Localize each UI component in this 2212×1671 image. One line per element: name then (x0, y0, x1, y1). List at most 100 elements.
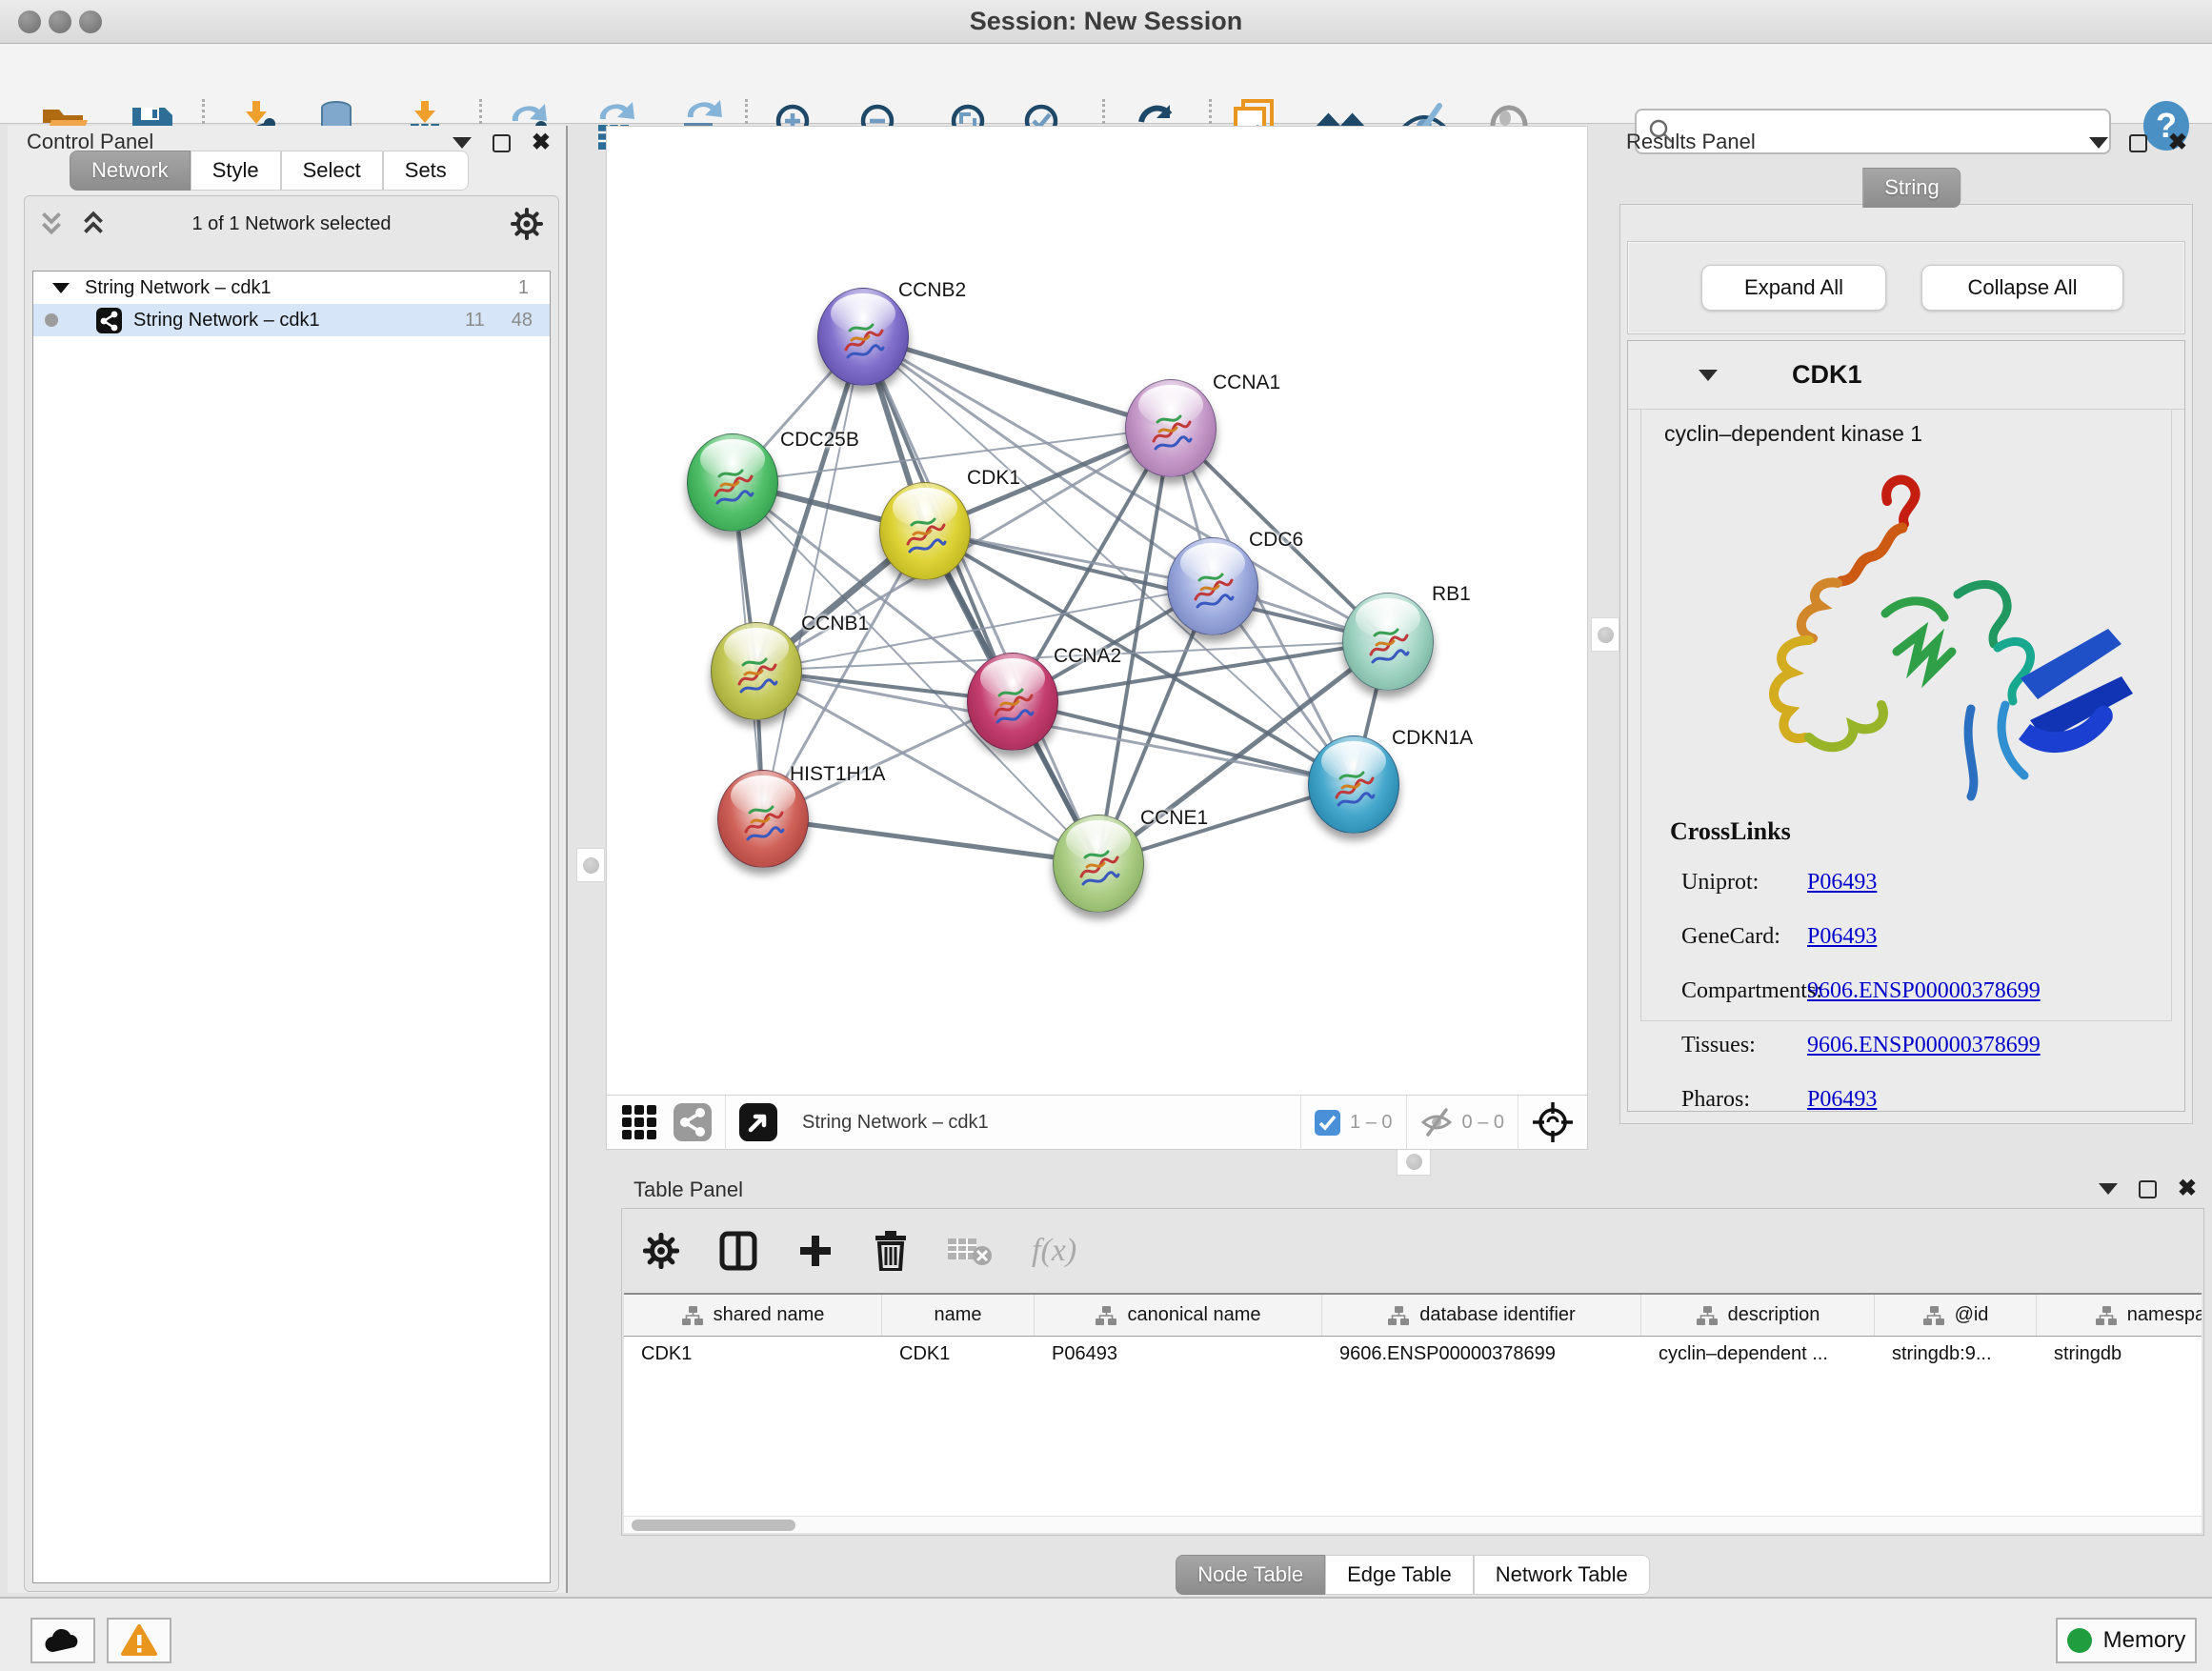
network-view: CCNB2CCNA1CDC25BCDK1CDC6RB1CCNB1CCNA2CDK… (606, 126, 1588, 1150)
node-label-ccnb2: CCNB2 (898, 279, 966, 302)
network-canvas[interactable]: CCNB2CCNA1CDC25BCDK1CDC6RB1CCNB1CCNA2CDK… (607, 127, 1587, 1095)
network-node-cdc25b[interactable] (687, 433, 778, 532)
node-label-ccnb1: CCNB1 (801, 613, 869, 635)
table-cell[interactable]: CDK1 (882, 1337, 1035, 1373)
crosslink-link[interactable]: P06493 (1807, 1087, 1877, 1113)
network-node-cdk1[interactable] (879, 482, 971, 580)
network-node-ccna2[interactable] (967, 653, 1058, 751)
network-edge[interactable] (763, 818, 1098, 863)
tab-sets[interactable]: Sets (383, 151, 469, 191)
string-results-container: Expand All Collapse All CDK1 cyclin–depe… (1619, 204, 2193, 1124)
crosslink-label: Uniprot: (1628, 870, 1807, 896)
hidden-counts: 0 – 0 (1462, 1112, 1504, 1134)
column-header-namespace[interactable]: namespace (2037, 1295, 2202, 1336)
network-view-title: String Network – cdk1 (802, 1112, 989, 1134)
table-cell[interactable]: CDK1 (624, 1337, 882, 1373)
network-status-dot (45, 313, 58, 327)
network-tree-root-row[interactable]: String Network – cdk1 1 (33, 272, 550, 304)
delete-column-icon[interactable] (874, 1231, 908, 1271)
status-bar: Memory (0, 1597, 2212, 1671)
selected-checkbox-icon[interactable] (1315, 1110, 1340, 1136)
column-header--id[interactable]: @id (1875, 1295, 2037, 1336)
protein-card-header[interactable]: CDK1 (1628, 341, 2184, 410)
node-table: shared namenamecanonical namedatabase id… (624, 1293, 2202, 1527)
network-node-ccnb1[interactable] (711, 622, 802, 720)
table-options-gear-icon[interactable] (643, 1233, 679, 1269)
panel-close-icon[interactable]: ✖ (532, 133, 551, 152)
panel-close-icon[interactable]: ✖ (2168, 133, 2187, 152)
network-node-ccne1[interactable] (1053, 815, 1144, 913)
export-view-icon[interactable] (739, 1103, 777, 1141)
node-label-cdk1: CDK1 (967, 467, 1020, 490)
crosslink-label: Pharos: (1628, 1087, 1807, 1113)
results-panel-title: Results Panel (1626, 130, 1756, 154)
tab-string[interactable]: String (1862, 168, 1961, 208)
network-node-rb1[interactable] (1342, 593, 1434, 691)
expand-all-button[interactable]: Expand All (1701, 265, 1886, 311)
table-cell[interactable]: P06493 (1035, 1337, 1322, 1373)
table-cell[interactable]: stringdb (2037, 1337, 2202, 1373)
table-cell[interactable]: cyclin–dependent ... (1641, 1337, 1875, 1373)
left-splitter-handle[interactable] (576, 848, 605, 882)
tab-network[interactable]: Network (70, 151, 191, 191)
right-splitter-handle[interactable] (1591, 617, 1619, 652)
column-header-canonical-name[interactable]: canonical name (1035, 1295, 1322, 1336)
column-header-name[interactable]: name (882, 1295, 1035, 1336)
birdseye-grid-icon[interactable] (620, 1103, 658, 1141)
panel-maximize-icon[interactable] (2139, 1180, 2157, 1198)
tab-network-table[interactable]: Network Table (1474, 1555, 1650, 1595)
network-edge[interactable] (763, 336, 863, 818)
network-node-ccnb2[interactable] (817, 288, 909, 386)
table-h-scrollbar[interactable] (624, 1516, 2202, 1533)
panel-close-icon[interactable]: ✖ (2178, 1179, 2197, 1198)
network-edge[interactable] (863, 336, 1171, 428)
warning-button[interactable] (107, 1618, 171, 1663)
crosslink-label: Compartments: (1628, 978, 1807, 1004)
network-edge[interactable] (863, 336, 1098, 863)
column-header-shared-name[interactable]: shared name (624, 1295, 882, 1336)
network-node-cdkn1a[interactable] (1308, 735, 1399, 834)
table-row[interactable]: CDK1CDK1P064939606.ENSP00000378699cyclin… (624, 1337, 2202, 1373)
crosslink-link[interactable]: P06493 (1807, 924, 1877, 950)
network-node-ccna1[interactable] (1125, 379, 1217, 477)
birdseye-toggle-icon[interactable] (1532, 1101, 1574, 1143)
network-share-icon[interactable] (674, 1103, 712, 1141)
show-columns-icon[interactable] (719, 1231, 757, 1271)
panel-float-icon[interactable] (2099, 1183, 2118, 1195)
network-tree-row-selected[interactable]: String Network – cdk1 11 48 (33, 304, 550, 336)
crosslink-row: Uniprot:P06493 (1628, 856, 2184, 910)
collapse-card-icon[interactable] (1699, 370, 1718, 381)
panel-maximize-icon[interactable] (2129, 134, 2147, 152)
network-node-cdc6[interactable] (1167, 537, 1258, 635)
results-panel: Results Panel ✖ String Expand All Collap… (1619, 126, 2204, 1143)
panel-maximize-icon[interactable] (493, 134, 511, 152)
title-bar: Session: New Session (0, 0, 2212, 44)
tab-node-table[interactable]: Node Table (1176, 1555, 1325, 1595)
tab-select[interactable]: Select (281, 151, 383, 191)
memory-status-dot (2067, 1628, 2092, 1653)
scrollbar-thumb[interactable] (632, 1520, 795, 1531)
table-tabs: Node TableEdge TableNetwork Table (613, 1555, 2212, 1595)
network-collection-label: String Network – cdk1 (85, 277, 271, 299)
table-container: f(x) shared namenamecanonical namedataba… (621, 1208, 2204, 1536)
crosslink-link[interactable]: P06493 (1807, 870, 1877, 896)
table-cell[interactable]: 9606.ENSP00000378699 (1322, 1337, 1641, 1373)
cloud-button[interactable] (30, 1618, 95, 1663)
main-toolbar: ? (0, 44, 2212, 124)
crosslink-link[interactable]: 9606.ENSP00000378699 (1807, 978, 2041, 1004)
tab-edge-table[interactable]: Edge Table (1325, 1555, 1474, 1595)
column-header-description[interactable]: description (1641, 1295, 1875, 1336)
memory-button[interactable]: Memory (2056, 1618, 2197, 1663)
collapse-all-button[interactable]: Collapse All (1921, 265, 2123, 311)
column-header-database-identifier[interactable]: database identifier (1322, 1295, 1641, 1336)
table-cell[interactable]: stringdb:9... (1875, 1337, 2037, 1373)
panel-float-icon[interactable] (2089, 137, 2108, 149)
crosslink-link[interactable]: 9606.ENSP00000378699 (1807, 1033, 2041, 1058)
table-panel-title: Table Panel (633, 1178, 743, 1202)
network-options-gear-icon[interactable] (511, 208, 543, 240)
tree-expand-icon[interactable] (52, 283, 70, 293)
tab-style[interactable]: Style (191, 151, 281, 191)
crosslink-row: Compartments:9606.ENSP00000378699 (1628, 964, 2184, 1018)
add-column-icon[interactable] (797, 1233, 834, 1269)
panel-float-icon[interactable] (452, 137, 472, 149)
